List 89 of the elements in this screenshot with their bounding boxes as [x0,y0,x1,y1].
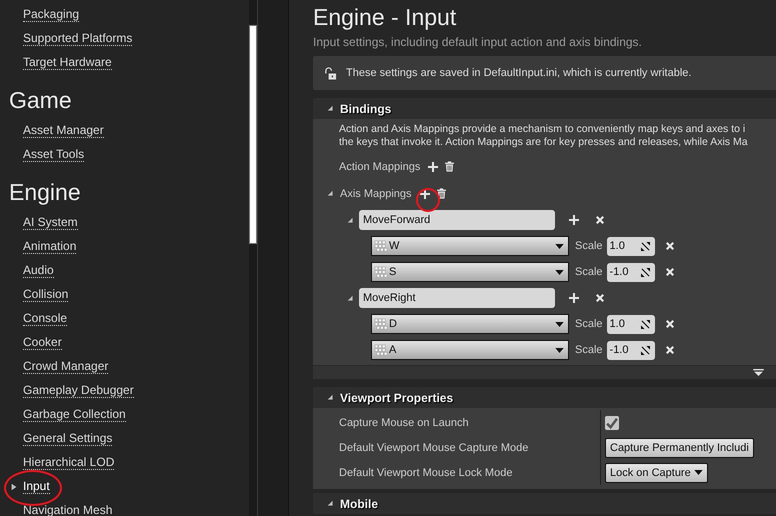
sidebar-link[interactable]: Target Hardware [23,56,112,70]
drag-arrows-icon [640,268,650,276]
scale-label: Scale [575,318,603,330]
drag-arrows-icon [640,346,650,354]
dropdown[interactable]: Lock on Capture [605,462,708,482]
number-field[interactable]: -1.0 [606,262,655,282]
section-title: Mobile [340,496,378,510]
sidebar-link[interactable]: Asset Tools [23,148,84,162]
keyboard-icon [374,318,389,330]
caret-icon [555,270,564,274]
sidebar-link[interactable]: Console [23,312,68,326]
field-label: Axis Mappings [340,188,412,200]
sidebar-link[interactable]: Crowd Manager [23,360,108,374]
remove-icon[interactable] [664,345,675,355]
property-label: Capture Mouse on Launch [338,416,470,428]
sidebar-link[interactable]: Input [23,480,50,494]
page-title: Engine - Input [313,3,458,32]
scale-label: Scale [575,266,603,278]
scale-label: Scale [575,240,603,252]
sidebar-link[interactable]: Audio [23,264,54,278]
combo-box[interactable]: Capture Permanently Includi [605,438,754,458]
key-dropdown[interactable]: D [371,314,569,334]
description-line: the keys that invoke it. Action Mappings are for key presses and releases, while Axis Ma [338,136,749,149]
drag-arrows-icon [640,320,650,328]
drag-arrows-icon [640,242,650,250]
annotation-circle [416,188,440,212]
sidebar-link[interactable]: AI System [23,216,78,230]
collapse-arrow-icon[interactable] [347,216,354,224]
text-field[interactable]: MoveForward [359,210,555,230]
sidebar-link[interactable]: Asset Manager [23,124,104,138]
add-icon[interactable] [420,188,430,198]
sidebar-link[interactable]: Gameplay Debugger [23,384,134,398]
category-heading: Engine [8,178,82,207]
collapse-arrow-icon[interactable] [327,500,334,507]
section-header[interactable]: Bindings [313,98,776,119]
keyboard-icon [374,240,389,252]
scale-label: Scale [575,344,603,356]
sidebar-link[interactable]: Hierarchical LOD [23,456,114,470]
section-header[interactable]: Mobile [313,493,776,514]
checkbox[interactable] [605,416,619,430]
sidebar-link[interactable]: Animation [23,240,76,254]
remove-icon[interactable] [664,241,675,251]
caret-icon [555,348,564,352]
property-label: Default Viewport Mouse Capture Mode [338,442,530,454]
caret-icon [694,470,703,475]
page-description: Input settings, including default input action and axis bindings. [313,35,643,49]
number-field[interactable]: 1.0 [606,314,655,334]
expand-more-icon[interactable] [753,369,764,376]
remove-icon[interactable] [664,319,675,329]
selection-arrow-icon [10,483,18,491]
remove-icon[interactable] [664,267,675,277]
add-icon[interactable] [569,293,579,303]
sidebar-link[interactable]: Packaging [23,8,80,22]
sidebar-link[interactable]: Garbage Collection [23,408,126,422]
remove-icon[interactable] [595,215,605,225]
category-heading: Game [8,86,73,115]
collapse-arrow-icon[interactable] [327,105,334,112]
remove-icon[interactable] [595,293,605,303]
property-label: Default Viewport Mouse Lock Mode [338,466,514,478]
section-title: Viewport Properties [340,390,454,404]
number-field[interactable]: 1.0 [606,236,655,256]
section-header[interactable]: Viewport Properties [313,387,776,408]
sidebar-link[interactable]: Collision [23,288,68,302]
add-icon[interactable] [569,215,579,225]
section-title: Bindings [340,102,392,116]
collapse-arrow-icon[interactable] [327,394,334,401]
notice-text: These settings are saved in DefaultInput.ini, which is currently writable. [346,67,692,79]
trash-icon[interactable] [436,188,447,199]
key-dropdown[interactable]: S [371,262,569,282]
sidebar-link[interactable]: Supported Platforms [23,32,132,46]
sidebar-link[interactable]: General Settings [23,432,112,446]
collapse-arrow-icon[interactable] [327,190,334,197]
keyboard-icon [374,266,389,278]
add-icon[interactable] [428,162,438,172]
collapse-arrow-icon[interactable] [347,294,354,302]
unlocked-padlock-icon [324,66,337,80]
field-label: Action Mappings [339,160,420,172]
description-line: Action and Axis Mappings provide a mechanism to conveniently map keys and axes to i [338,122,746,136]
caret-icon [555,322,564,326]
scrollbar-thumb[interactable] [249,25,257,244]
key-dropdown[interactable]: W [371,236,569,256]
sidebar-link[interactable]: Cooker [23,336,62,350]
annotation-circle [4,470,62,506]
key-dropdown[interactable]: A [371,340,569,360]
keyboard-icon [374,344,389,356]
trash-icon[interactable] [444,161,456,172]
number-field[interactable]: -1.0 [606,340,655,360]
caret-icon [555,244,564,248]
text-field[interactable]: MoveRight [359,288,555,308]
